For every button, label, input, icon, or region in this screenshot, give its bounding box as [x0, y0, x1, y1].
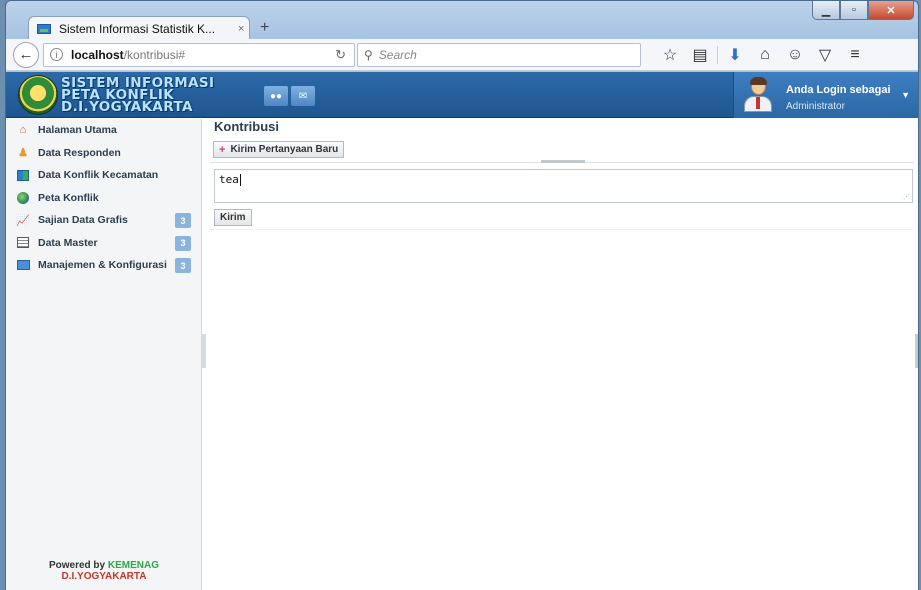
send-button[interactable]: Kirim: [214, 209, 252, 226]
sidebar-item-data-responden[interactable]: ♟ Data Responden: [6, 142, 201, 165]
minimize-button[interactable]: ▁: [812, 1, 840, 20]
tab-title: Sistem Informasi Statistik K...: [59, 21, 216, 36]
search-input[interactable]: ⚲ Search: [357, 42, 641, 67]
caret-down-icon[interactable]: ▼: [901, 90, 910, 100]
chat-button[interactable]: ●●: [264, 86, 288, 106]
url-host: localhost: [71, 47, 124, 62]
navigation-bar: ← i localhost/kontribusi# ↻ ⚲ Search ☆ ▤…: [6, 39, 918, 71]
brand-title: SISTEM INFORMASI PETA KONFLIK D.I.YOGYAK…: [61, 76, 214, 115]
message-value: tea: [219, 173, 239, 186]
content-divider: [210, 229, 914, 230]
window-controls: ▁ ▫ ✕: [812, 1, 914, 20]
new-question-label: Kirim Pertanyaan Baru: [230, 144, 339, 155]
page-title: Kontribusi: [214, 119, 279, 134]
chart-icon: 📈: [16, 214, 30, 227]
kemenag-logo-icon: [18, 75, 58, 115]
home-icon: ⌂: [19, 124, 27, 137]
reading-list-icon[interactable]: ▤: [685, 45, 715, 65]
sidebar-item-manajemen-konfigurasi[interactable]: Manajemen & Konfigurasi 3: [6, 254, 201, 277]
sidebar-item-label: Data Master: [38, 236, 98, 249]
new-question-button[interactable]: + Kirim Pertanyaan Baru: [213, 141, 345, 158]
info-icon[interactable]: i: [50, 48, 63, 61]
powered-prefix: Powered by: [48, 560, 106, 571]
count-badge: 3: [175, 235, 191, 251]
powered-by: Powered by KEMENAG D.I.YOGYAKARTA: [6, 560, 202, 582]
new-tab-button[interactable]: +: [260, 19, 269, 37]
browser-window: Sistem Informasi Statistik K... × + ▁ ▫ …: [5, 0, 919, 590]
close-window-button[interactable]: ✕: [868, 1, 914, 20]
menu-icon[interactable]: ≡: [840, 46, 870, 64]
sidebar-item-label: Peta Konflik: [38, 191, 99, 204]
sidebar-item-label: Data Responden: [38, 146, 121, 159]
url-bar[interactable]: i localhost/kontribusi# ↻: [43, 42, 355, 67]
sidebar-item-sajian-data-grafis[interactable]: 📈 Sajian Data Grafis 3: [6, 209, 201, 232]
brand-line-3: D.I.YOGYAKARTA: [61, 99, 193, 115]
sidebar-item-halaman-utama[interactable]: ⌂ Halaman Utama: [6, 119, 201, 142]
resize-grip-icon[interactable]: ⋰: [903, 193, 910, 201]
sidebar-item-data-master[interactable]: Data Master 3: [6, 232, 201, 255]
tab-close-icon[interactable]: ×: [238, 23, 244, 35]
tab-bar: Sistem Informasi Statistik K... × + ▁ ▫ …: [6, 1, 918, 40]
message-textarea[interactable]: tea ⋰: [214, 169, 913, 203]
tab-favicon-icon: [37, 23, 51, 34]
users-icon: ♟: [18, 147, 28, 160]
sidebar: ⌂ Halaman Utama ♟ Data Responden Data Ko…: [6, 119, 202, 590]
sidebar-item-data-konflik-kecamatan[interactable]: Data Konflik Kecamatan: [6, 164, 201, 187]
globe-icon: [16, 191, 30, 204]
toolbar-separator: [717, 45, 718, 64]
avatar: [744, 77, 772, 112]
search-icon: ⚲: [364, 47, 373, 62]
user-menu[interactable]: Anda Login sebagai Administrator ▼: [733, 72, 918, 118]
back-button[interactable]: ←: [13, 41, 39, 68]
main-content: Kontribusi + Kirim Pertanyaan Baru tea ⋰…: [206, 119, 918, 590]
chat-icon[interactable]: ☺: [780, 46, 810, 64]
pocket-icon[interactable]: ▽: [810, 45, 840, 65]
powered-org: KEMENAG: [107, 560, 160, 571]
browser-tab[interactable]: Sistem Informasi Statistik K... ×: [28, 16, 250, 40]
envelope-icon: ✉: [298, 90, 308, 102]
sidebar-item-label: Sajian Data Grafis: [38, 214, 128, 227]
reload-icon[interactable]: ↻: [335, 47, 346, 63]
panel-resize-handle[interactable]: [541, 160, 585, 163]
count-badge: 3: [175, 213, 191, 228]
home-nav-icon[interactable]: ⌂: [750, 46, 780, 64]
toolbar-icons: ☆ ▤ ⬇ ⌂ ☺ ▽ ≡: [655, 45, 870, 65]
app-header: SISTEM INFORMASI PETA KONFLIK D.I.YOGYAK…: [6, 72, 918, 118]
maximize-button[interactable]: ▫: [840, 1, 868, 20]
download-icon[interactable]: ⬇: [720, 45, 750, 65]
chat-bubble-icon: ●●: [269, 90, 283, 102]
mail-button[interactable]: ✉: [291, 86, 315, 106]
powered-region: D.I.YOGYAKARTA: [61, 571, 147, 582]
search-placeholder: Search: [378, 47, 417, 62]
user-login-label: Anda Login sebagai: [786, 84, 891, 96]
user-role: Administrator: [786, 101, 845, 112]
grid-icon: [16, 169, 30, 181]
plus-icon: +: [219, 143, 226, 156]
count-badge: 3: [175, 258, 191, 273]
monitor-icon: [16, 259, 30, 271]
bookmark-star-icon[interactable]: ☆: [655, 45, 685, 65]
sidebar-item-peta-konflik[interactable]: Peta Konflik: [6, 187, 201, 210]
url-path: /kontribusi#: [123, 47, 186, 62]
web-page: SISTEM INFORMASI PETA KONFLIK D.I.YOGYAK…: [6, 72, 918, 590]
text-cursor: [239, 174, 241, 186]
sidebar-item-label: Halaman Utama: [38, 124, 117, 137]
table-icon: [16, 237, 30, 249]
sidebar-item-label: Data Konflik Kecamatan: [38, 169, 159, 182]
back-arrow-icon: ←: [18, 46, 34, 63]
sidebar-item-label: Manajemen & Konfigurasi: [38, 259, 167, 272]
